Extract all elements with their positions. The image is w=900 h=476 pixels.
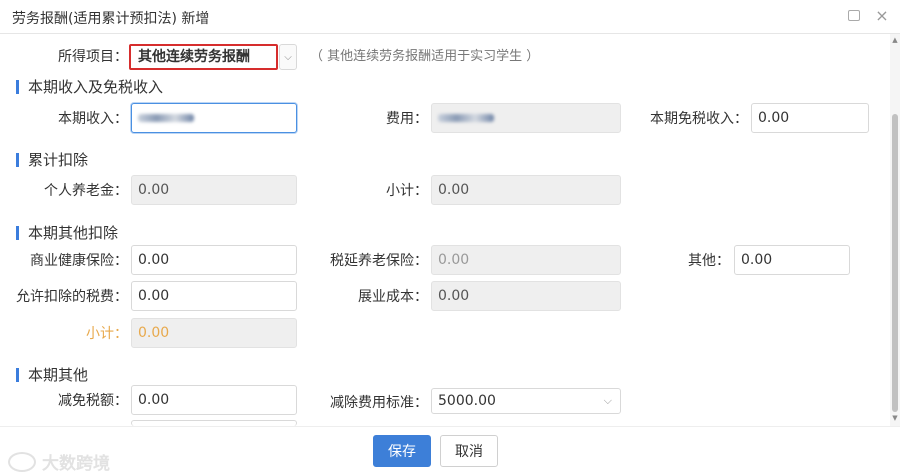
vertical-scrollbar[interactable]: ▲ ▼: [890, 34, 900, 426]
section-income-title: 本期收入及免税收入: [16, 77, 163, 97]
section-bar: [16, 226, 19, 240]
dialog-title: 劳务报酬(适用累计预扣法) 新增: [12, 11, 210, 27]
section-bar: [16, 153, 19, 167]
income-input[interactable]: [131, 103, 297, 133]
health-insurance-input[interactable]: 0.00: [131, 245, 297, 275]
section-other-title: 本期其他: [16, 365, 88, 385]
watermark: 大数跨境: [8, 449, 110, 474]
allowed-tax-input[interactable]: 0.00: [131, 281, 297, 311]
cancel-button[interactable]: 取消: [440, 435, 498, 467]
tax-free-input[interactable]: 0.00: [751, 103, 869, 133]
other-deduction-label: 其他：: [688, 253, 730, 269]
chevron-down-icon[interactable]: ⌵: [279, 44, 297, 70]
income-label: 本期收入：: [58, 111, 128, 127]
section-other-deduction-title: 本期其他扣除: [16, 223, 118, 243]
allowed-tax-label: 允许扣除的税费：: [16, 289, 128, 305]
dialog-titlebar: 劳务报酬(适用累计预扣法) 新增 ×: [0, 0, 900, 34]
tax-relief-label: 减免税额：: [58, 393, 128, 409]
section-other-deduction-text: 本期其他扣除: [28, 224, 119, 242]
save-button[interactable]: 保存: [373, 435, 431, 467]
income-type-hint: （ 其他连续劳务报酬适用于实习学生 ）: [310, 49, 540, 64]
redacted-value: [438, 114, 494, 122]
scroll-down-icon[interactable]: ▼: [891, 414, 899, 422]
cumulative-subtotal-label: 小计：: [386, 183, 428, 199]
cumulative-subtotal-field: 0.00: [431, 175, 621, 205]
tax-relief-input[interactable]: 0.00: [131, 385, 297, 415]
section-cumulative-title: 累计扣除: [16, 150, 88, 170]
deduction-standard-select[interactable]: 5000.00 ⌵: [431, 388, 621, 414]
pension-field: 0.00: [131, 175, 297, 205]
dialog-footer: 大数跨境 保存 取消: [0, 426, 900, 476]
watermark-logo-icon: [8, 451, 36, 472]
fee-field: [431, 103, 621, 133]
maximize-icon[interactable]: [848, 10, 860, 21]
deferred-pension-field: 0.00: [431, 245, 621, 275]
close-icon[interactable]: ×: [874, 8, 890, 24]
section-other-text: 本期其他: [28, 366, 89, 384]
deferred-pension-label: 税延养老保险：: [330, 253, 428, 269]
exhibition-cost-label: 展业成本：: [358, 289, 428, 305]
dialog-content: 所得项目： 其他连续劳务报酬 ⌵ （ 其他连续劳务报酬适用于实习学生 ） 本期收…: [0, 34, 890, 426]
section-cumulative-text: 累计扣除: [28, 151, 89, 169]
income-type-select[interactable]: 其他连续劳务报酬: [138, 44, 250, 70]
chevron-down-icon: ⌵: [603, 394, 612, 407]
scroll-up-icon[interactable]: ▲: [891, 36, 899, 44]
other-deduction-input[interactable]: 0.00: [734, 245, 850, 275]
section-bar: [16, 80, 19, 94]
watermark-text: 大数跨境: [42, 454, 110, 474]
tax-free-label: 本期免税收入：: [650, 111, 748, 127]
scrollbar-thumb[interactable]: [892, 114, 898, 412]
section-income-text: 本期收入及免税收入: [28, 78, 164, 96]
redacted-value: [138, 114, 194, 122]
other-deduction-subtotal-label: 小计：: [86, 326, 128, 342]
health-insurance-label: 商业健康保险：: [30, 253, 128, 269]
deduction-standard-value: 5000.00: [438, 393, 496, 409]
pension-label: 个人养老金：: [44, 183, 128, 199]
other-deduction-subtotal-field: 0.00: [131, 318, 297, 348]
section-bar: [16, 368, 19, 382]
income-type-label: 所得项目：: [58, 49, 128, 65]
fee-label: 费用：: [386, 111, 428, 127]
exhibition-cost-field: 0.00: [431, 281, 621, 311]
deduction-standard-label: 减除费用标准：: [330, 395, 428, 411]
